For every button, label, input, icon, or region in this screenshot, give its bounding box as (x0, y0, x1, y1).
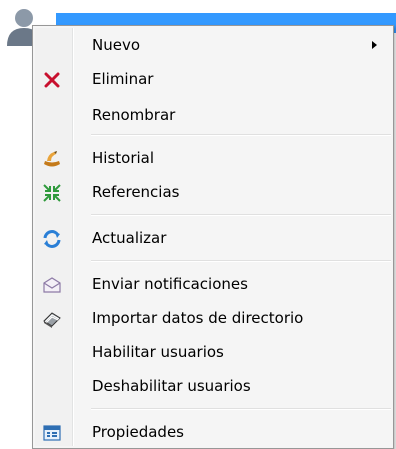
menu-separator (91, 214, 391, 216)
menu-item-label: Eliminar (92, 70, 154, 88)
submenu-arrow-icon (372, 41, 377, 49)
menu-item-label: Nuevo (92, 36, 141, 54)
menu-separator (91, 134, 391, 136)
menu-item-label: Renombrar (92, 106, 176, 124)
menu-item-eliminar[interactable]: Eliminar (35, 62, 391, 96)
refresh-icon (42, 229, 62, 249)
menu-item-label: Deshabilitar usuarios (92, 377, 251, 395)
menu-item-importar-datos-de-directorio[interactable]: Importar datos de directorio (35, 301, 391, 335)
menu-item-actualizar[interactable]: Actualizar (35, 221, 391, 255)
menu-item-label: Habilitar usuarios (92, 343, 224, 361)
import-directory-icon (42, 309, 62, 329)
menu-item-deshabilitar-usuarios[interactable]: Deshabilitar usuarios (35, 369, 391, 403)
menu-item-label: Referencias (92, 183, 180, 201)
menu-item-habilitar-usuarios[interactable]: Habilitar usuarios (35, 335, 391, 369)
envelope-icon (42, 275, 62, 295)
menu-separator (91, 260, 391, 262)
delete-x-icon (42, 70, 62, 90)
context-menu: Nuevo Eliminar Renombrar Historial Refer… (32, 25, 394, 449)
references-icon (42, 183, 62, 203)
menu-item-enviar-notificaciones[interactable]: Enviar notificaciones (35, 267, 391, 301)
menu-item-propiedades[interactable]: Propiedades (35, 415, 391, 449)
menu-item-nuevo[interactable]: Nuevo (35, 28, 391, 62)
menu-item-label: Actualizar (92, 229, 167, 247)
properties-icon (42, 423, 62, 443)
menu-item-historial[interactable]: Historial (35, 141, 391, 175)
menu-item-renombrar[interactable]: Renombrar (35, 98, 391, 132)
menu-separator (91, 408, 391, 410)
menu-item-label: Propiedades (92, 423, 184, 441)
menu-item-label: Historial (92, 149, 155, 167)
history-icon (42, 149, 62, 169)
menu-item-label: Enviar notificaciones (92, 275, 248, 293)
menu-item-label: Importar datos de directorio (92, 309, 304, 327)
menu-item-referencias[interactable]: Referencias (35, 175, 391, 209)
